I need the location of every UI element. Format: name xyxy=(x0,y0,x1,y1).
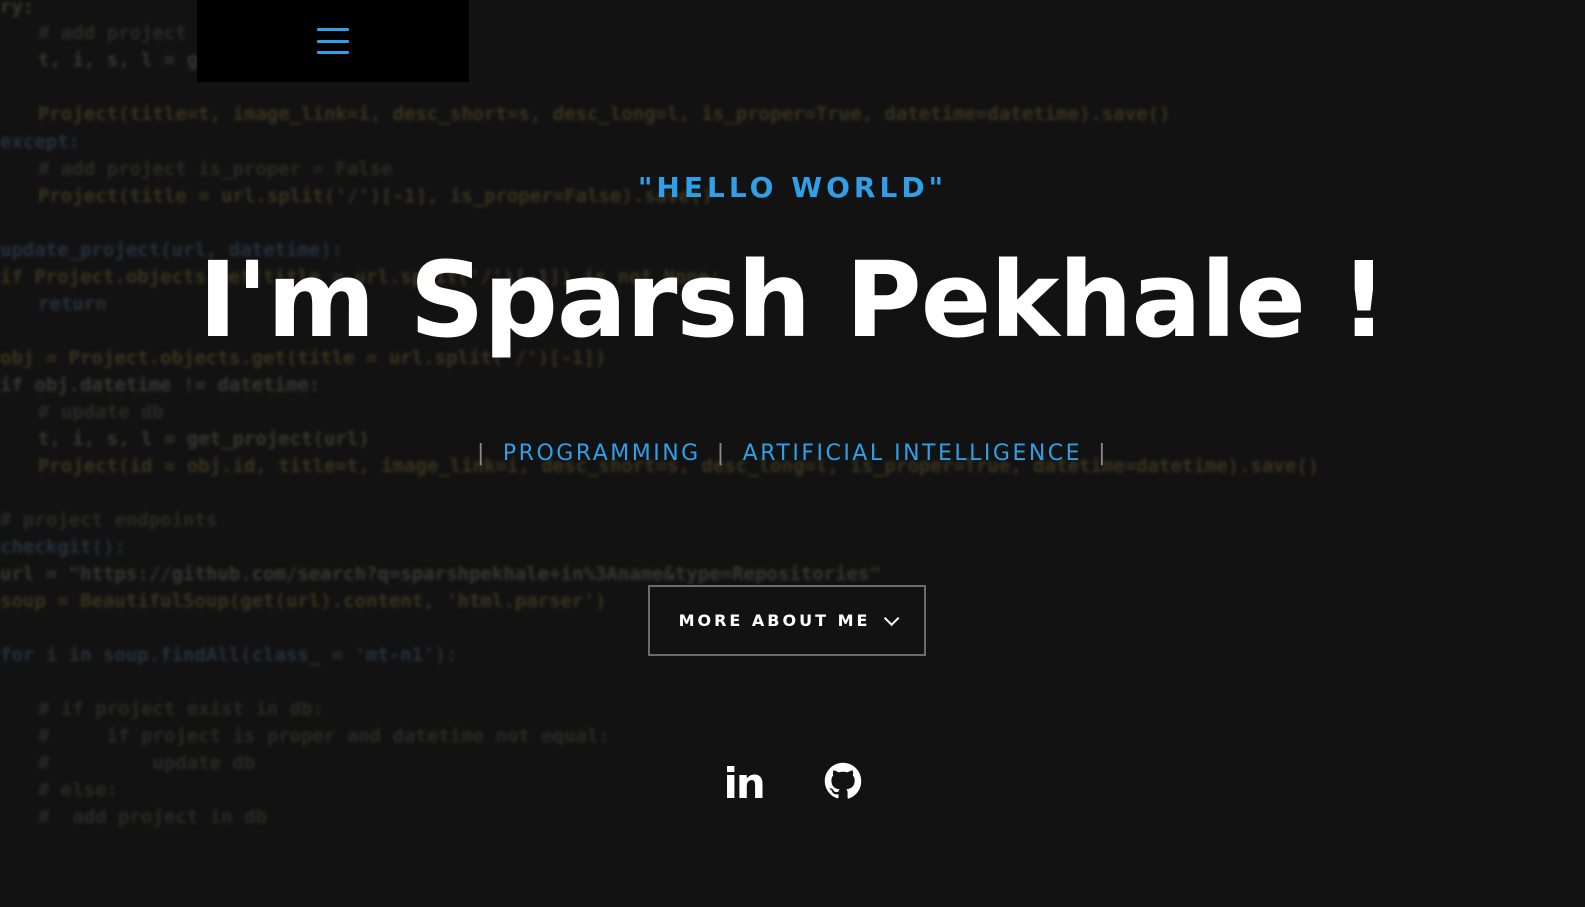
social-links: in xyxy=(0,762,1585,806)
github-icon[interactable] xyxy=(824,762,862,806)
page-title: I'm Sparsh Pekhale ! xyxy=(198,239,1387,361)
tag-programming: PROGRAMMING xyxy=(502,441,701,466)
tag-separator: | xyxy=(1098,441,1108,466)
tagline: | PROGRAMMING | ARTIFICIAL INTELLIGENCE | xyxy=(0,441,1585,466)
menu-panel xyxy=(197,0,469,82)
chevron-down-icon xyxy=(884,610,900,627)
linkedin-icon[interactable]: in xyxy=(724,762,766,806)
tag-separator: | xyxy=(476,441,487,466)
more-about-me-label: MORE ABOUT ME xyxy=(678,611,871,630)
page: ry: # add project t, i, s, l = ge Projec… xyxy=(0,0,1585,907)
greeting-text: "HELLO WORLD" xyxy=(637,171,948,204)
tag-artificial-intelligence: ARTIFICIAL INTELLIGENCE xyxy=(742,441,1083,466)
hamburger-menu-icon[interactable] xyxy=(317,28,349,54)
more-about-me-button[interactable]: MORE ABOUT ME xyxy=(648,585,926,656)
tag-separator: | xyxy=(716,441,727,466)
